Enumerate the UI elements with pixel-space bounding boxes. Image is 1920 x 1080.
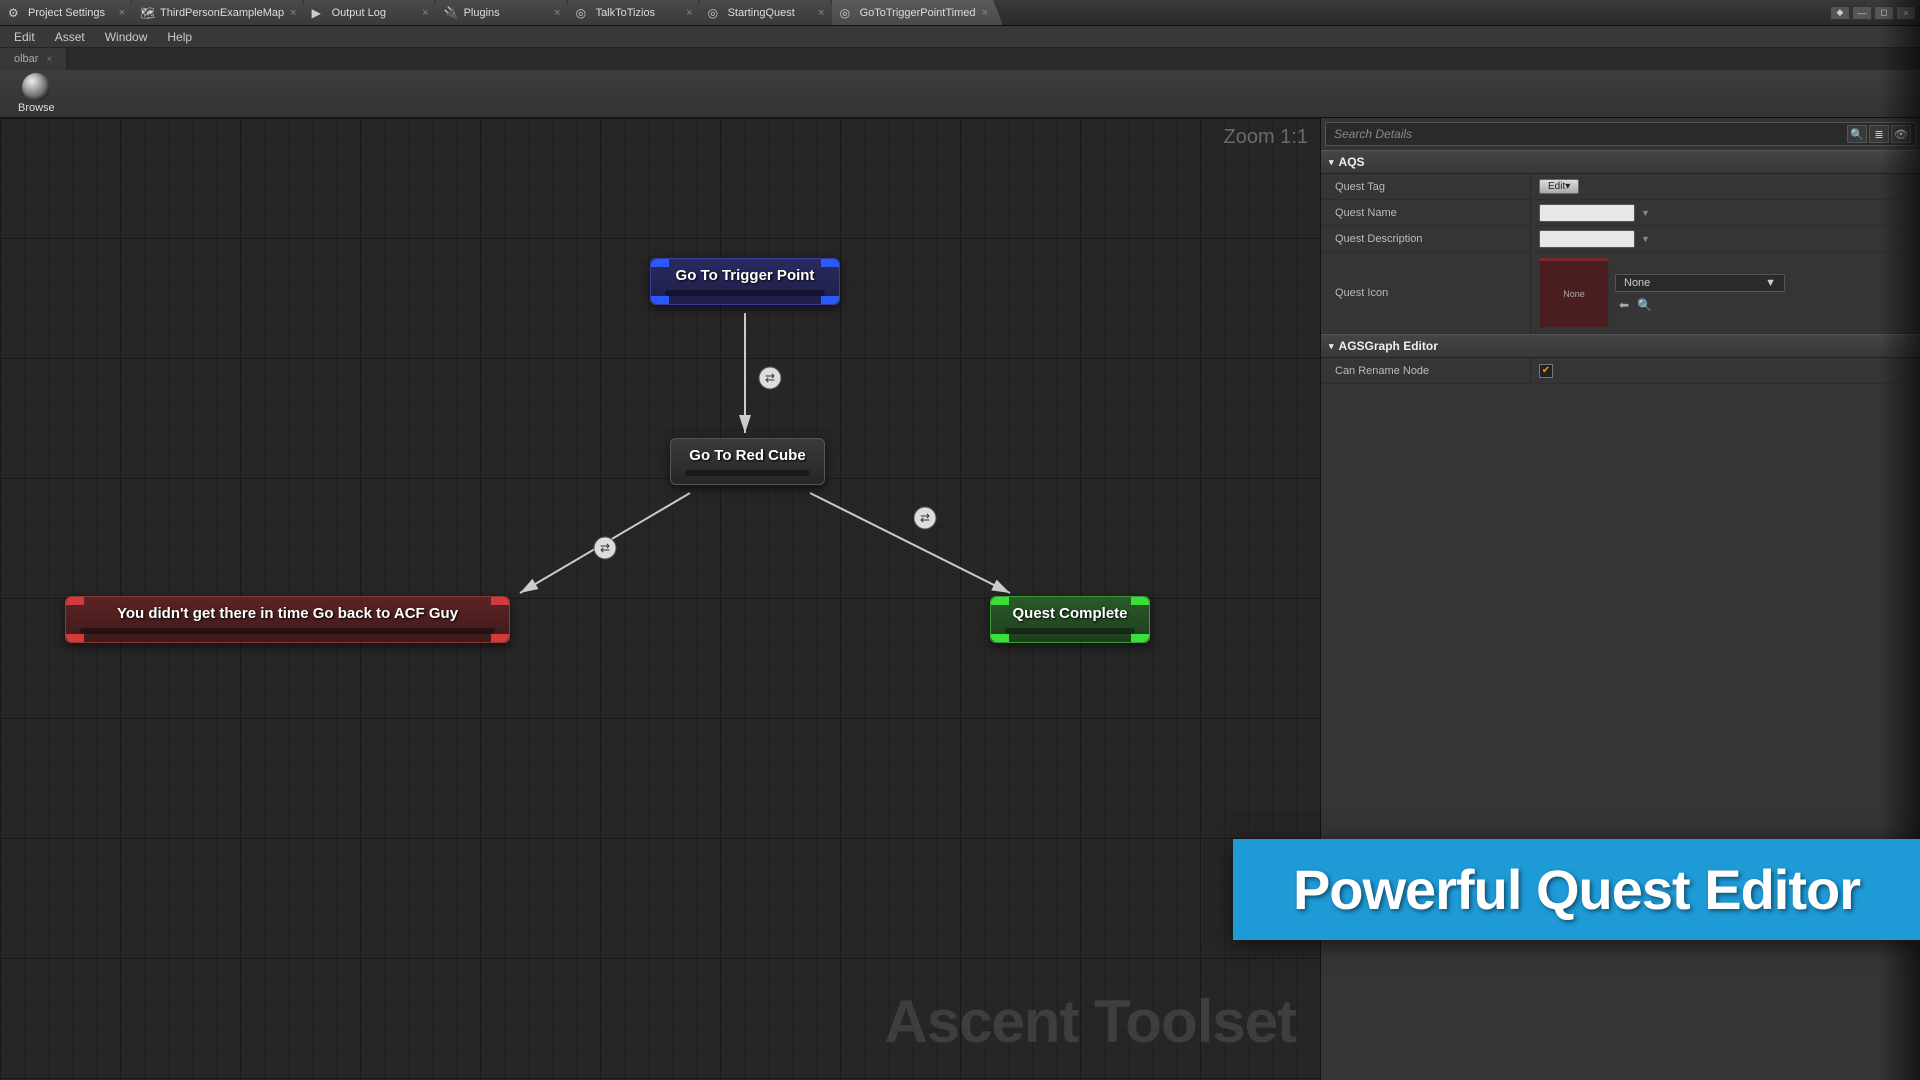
tab-label: Plugins bbox=[464, 7, 500, 19]
banner-text: Powerful Quest Editor bbox=[1293, 857, 1860, 922]
chevron-down-icon: ▼ bbox=[1765, 277, 1776, 289]
prop-label: Quest Name bbox=[1321, 200, 1531, 225]
toolbar-tab-label: olbar bbox=[14, 53, 38, 65]
dropdown-value: None bbox=[1624, 277, 1650, 289]
search-icon[interactable]: 🔍 bbox=[1847, 125, 1867, 143]
browse-asset-icon[interactable]: 🔍 bbox=[1637, 298, 1652, 312]
document-tab-bar: ⚙ Project Settings × 🗺 ThirdPersonExampleMa… bbox=[0, 0, 1920, 26]
section-label: AQS bbox=[1339, 155, 1365, 169]
blueprint-icon: ◎ bbox=[840, 6, 854, 20]
toolbar-tab[interactable]: olbar × bbox=[0, 48, 67, 70]
plugin-icon: 🔌 bbox=[444, 6, 458, 20]
map-icon: 🗺 bbox=[140, 6, 154, 20]
prop-quest-description: Quest Description ▼ bbox=[1321, 226, 1920, 252]
svg-text:⇄: ⇄ bbox=[920, 511, 930, 525]
browse-button[interactable]: Browse bbox=[10, 71, 63, 116]
close-icon[interactable]: × bbox=[46, 54, 52, 65]
graph-node-step[interactable]: Go To Red Cube bbox=[670, 438, 825, 485]
tab-plugins[interactable]: 🔌 Plugins × bbox=[436, 0, 576, 25]
tab-label: TalkToTizios bbox=[596, 7, 656, 19]
close-icon[interactable]: × bbox=[416, 7, 428, 19]
graph-node-start[interactable]: Go To Trigger Point bbox=[650, 258, 840, 305]
promo-banner: Powerful Quest Editor bbox=[1233, 839, 1920, 940]
tab-label: ThirdPersonExampleMap bbox=[160, 7, 284, 19]
icon-dropdown[interactable]: None ▼ bbox=[1615, 274, 1785, 292]
tab-project-settings[interactable]: ⚙ Project Settings × bbox=[0, 0, 140, 25]
menu-help[interactable]: Help bbox=[157, 27, 202, 47]
gear-icon: ⚙ bbox=[8, 6, 22, 20]
blueprint-icon: ◎ bbox=[576, 6, 590, 20]
tab-talk-to-tizios[interactable]: ◎ TalkToTizios × bbox=[568, 0, 708, 25]
menu-window[interactable]: Window bbox=[95, 27, 158, 47]
close-icon[interactable]: × bbox=[680, 7, 692, 19]
use-selected-icon[interactable]: ⬅ bbox=[1619, 298, 1629, 312]
graph-node-fail[interactable]: You didn't get there in time Go back to … bbox=[65, 596, 510, 643]
tab-label: StartingQuest bbox=[728, 7, 795, 19]
prop-can-rename-node: Can Rename Node bbox=[1321, 358, 1920, 384]
prop-label: Can Rename Node bbox=[1321, 358, 1531, 383]
tab-go-to-trigger-point-timed[interactable]: ◎ GoToTriggerPointTimed× bbox=[832, 0, 1003, 25]
menu-asset[interactable]: Asset bbox=[45, 27, 95, 47]
node-label: Quest Complete bbox=[1005, 605, 1135, 622]
prop-label: Quest Icon bbox=[1321, 252, 1531, 333]
zoom-level: Zoom 1:1 bbox=[1224, 126, 1308, 149]
blueprint-icon: ◎ bbox=[708, 6, 722, 20]
close-icon[interactable]: × bbox=[812, 7, 824, 19]
chevron-down-icon[interactable]: ▼ bbox=[1641, 234, 1650, 244]
browse-icon bbox=[22, 73, 50, 101]
node-label: Go To Red Cube bbox=[685, 447, 810, 464]
close-icon[interactable]: × bbox=[548, 7, 560, 19]
menu-edit[interactable]: Edit bbox=[4, 27, 45, 47]
source-control-icon[interactable]: ◆ bbox=[1830, 6, 1850, 20]
prop-quest-tag: Quest Tag Edit▾ bbox=[1321, 174, 1920, 200]
quest-description-input[interactable] bbox=[1539, 230, 1635, 248]
prop-quest-name: Quest Name ▼ bbox=[1321, 200, 1920, 226]
svg-text:⇄: ⇄ bbox=[600, 541, 610, 555]
node-label: You didn't get there in time Go back to … bbox=[80, 605, 495, 622]
minimize-button[interactable]: — bbox=[1852, 6, 1872, 20]
graph-node-complete[interactable]: Quest Complete bbox=[990, 596, 1150, 643]
section-label: AGSGraph Editor bbox=[1339, 339, 1438, 353]
close-icon[interactable]: × bbox=[284, 7, 296, 19]
icon-thumbnail[interactable]: None bbox=[1539, 258, 1609, 328]
tab-label: Project Settings bbox=[28, 7, 105, 19]
tab-label: GoToTriggerPointTimed bbox=[860, 7, 976, 19]
prop-label: Quest Description bbox=[1321, 226, 1531, 251]
prop-quest-icon: Quest Icon None None ▼ ⬅ 🔍 bbox=[1321, 252, 1920, 334]
graph-canvas[interactable]: Zoom 1:1 Ascent Toolset ⇄ ⇄ ⇄ Go To Trig… bbox=[0, 118, 1320, 1080]
section-aqs[interactable]: AQS bbox=[1321, 150, 1920, 174]
details-search: 🔍 ≣ 👁 bbox=[1325, 122, 1916, 146]
toolbar-tab-row: olbar × bbox=[0, 48, 1920, 70]
prop-label: Quest Tag bbox=[1321, 174, 1531, 199]
svg-text:⇄: ⇄ bbox=[765, 371, 775, 385]
close-icon[interactable]: × bbox=[113, 7, 125, 19]
search-input[interactable] bbox=[1326, 127, 1847, 141]
edit-tag-button[interactable]: Edit▾ bbox=[1539, 179, 1579, 194]
log-icon: ▶ bbox=[312, 6, 326, 20]
can-rename-checkbox[interactable] bbox=[1539, 364, 1553, 378]
tab-label: Output Log bbox=[332, 7, 386, 19]
node-label: Go To Trigger Point bbox=[665, 267, 825, 284]
section-agsgraph-editor[interactable]: AGSGraph Editor bbox=[1321, 334, 1920, 358]
watermark: Ascent Toolset bbox=[884, 987, 1296, 1056]
menu-bar: Edit Asset Window Help bbox=[0, 26, 1920, 48]
chevron-down-icon[interactable]: ▼ bbox=[1641, 208, 1650, 218]
toolbar: Browse bbox=[0, 70, 1920, 118]
browse-label: Browse bbox=[18, 102, 55, 114]
tab-output-log[interactable]: ▶ Output Log × bbox=[304, 0, 444, 25]
tab-example-map[interactable]: 🗺 ThirdPersonExampleMap× bbox=[132, 0, 312, 25]
tab-starting-quest[interactable]: ◎ StartingQuest × bbox=[700, 0, 840, 25]
quest-name-input[interactable] bbox=[1539, 204, 1635, 222]
close-icon[interactable]: × bbox=[976, 7, 988, 19]
